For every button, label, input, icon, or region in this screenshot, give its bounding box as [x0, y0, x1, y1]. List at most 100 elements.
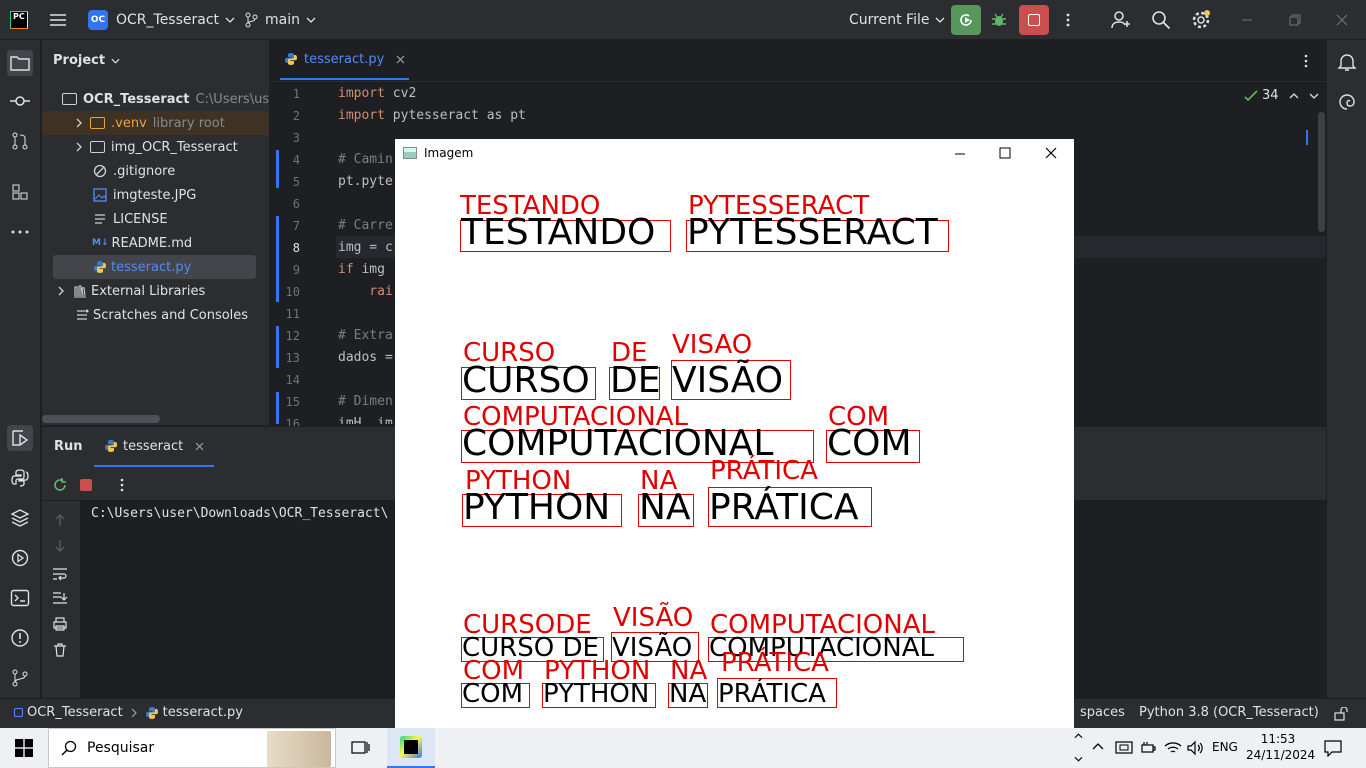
start-button[interactable]	[0, 728, 48, 768]
tree-item-img-folder[interactable]: img_OCR_Tesseract	[42, 135, 269, 159]
run-tool-button[interactable]	[7, 425, 33, 451]
title-bar: PC OC OCR_Tesseract main Current File	[0, 0, 1366, 40]
chevron-down-icon[interactable]	[1309, 93, 1319, 99]
breadcrumb-project[interactable]: OCR_Tesseract	[27, 705, 123, 720]
search-everywhere-button[interactable]	[1151, 0, 1171, 40]
tab-tesseract-py[interactable]: tesseract.py	[280, 40, 410, 80]
stop-icon[interactable]	[80, 479, 92, 491]
editor-vertical-scrollbar[interactable]	[1318, 112, 1325, 232]
inspection-widget[interactable]: 34	[1244, 88, 1319, 103]
trash-icon[interactable]	[53, 643, 67, 657]
more-tools-button[interactable]	[8, 220, 32, 244]
branch-switcher[interactable]: main	[244, 0, 316, 40]
chevron-right-icon	[58, 286, 64, 296]
code-line: rai	[338, 284, 393, 299]
breadcrumb-file[interactable]: tesseract.py	[163, 705, 243, 720]
code-line: img = c	[338, 240, 393, 255]
taskbar-pycharm[interactable]	[387, 728, 435, 768]
project-horizontal-scrollbar[interactable]	[42, 415, 160, 423]
wifi-icon[interactable]	[1164, 740, 1182, 756]
project-panel-header[interactable]: Project	[53, 53, 120, 68]
more-actions-button[interactable]	[1060, 0, 1076, 40]
tree-item-license[interactable]: LICENSE	[42, 207, 269, 231]
restore-button[interactable]	[1288, 0, 1302, 40]
rerun-button[interactable]	[951, 0, 981, 40]
run-tab-tesseract[interactable]: tesseract	[94, 427, 215, 467]
meet-now-icon[interactable]	[1115, 739, 1133, 757]
line-number: 13	[285, 351, 300, 365]
tree-item-root[interactable]: OCR_Tesseract C:\Users\us	[42, 87, 269, 111]
tree-item-tesseract-py[interactable]: tesseract.py	[53, 255, 256, 279]
soft-wrap-icon[interactable]	[52, 567, 68, 581]
line-number: 15	[285, 395, 300, 409]
services-button[interactable]	[8, 546, 32, 570]
battery-plug-icon[interactable]	[1140, 740, 1156, 756]
image-window-titlebar[interactable]: Imagem	[395, 139, 1074, 167]
commit-tool-button[interactable]	[8, 89, 32, 113]
project-tool-button[interactable]	[7, 50, 33, 76]
tree-item-venv[interactable]: .venv library root	[42, 111, 269, 135]
ocr-word-box: PYTHON	[462, 490, 622, 527]
ai-assistant-button[interactable]	[1337, 92, 1357, 116]
notification-center-icon[interactable]	[1324, 739, 1342, 757]
close-button[interactable]	[1335, 0, 1349, 40]
tree-item-label: OCR_Tesseract	[83, 91, 190, 107]
ocr-word-box: NA	[638, 490, 694, 527]
indent-setting[interactable]: spaces	[1080, 705, 1125, 720]
search-placeholder: Pesquisar	[87, 740, 155, 756]
stop-button[interactable]	[1019, 0, 1049, 40]
vcs-change-marker[interactable]	[276, 150, 279, 188]
taskbar-search-box[interactable]: Pesquisar	[48, 728, 336, 768]
project-switcher[interactable]: OC OCR_Tesseract	[88, 0, 235, 40]
vcs-change-marker[interactable]	[276, 326, 279, 368]
ocr-label: VISÃO	[613, 603, 694, 633]
pycharm-logo[interactable]: PC	[10, 0, 28, 40]
run-config-selector[interactable]: Current File	[849, 0, 945, 40]
opencv-image-window[interactable]: Imagem TESTANDO TESTANDO PYTESSERACT PYT…	[395, 139, 1074, 728]
version-control-button[interactable]	[8, 666, 32, 690]
input-language[interactable]: ENG	[1212, 740, 1238, 754]
maximize-icon[interactable]	[998, 146, 1012, 160]
code-with-me-button[interactable]	[1110, 0, 1132, 40]
task-view-button[interactable]	[350, 738, 370, 762]
print-icon[interactable]	[52, 617, 68, 631]
structure-tool-button[interactable]	[8, 180, 32, 204]
volume-icon[interactable]	[1186, 740, 1204, 756]
vcs-change-marker[interactable]	[276, 216, 279, 302]
pull-requests-tool-button[interactable]	[8, 129, 32, 153]
tree-item-external-libraries[interactable]: External Libraries	[42, 279, 269, 303]
python-console-button[interactable]	[8, 466, 32, 490]
tree-item-scratches[interactable]: Scratches and Consoles	[42, 303, 269, 327]
notifications-button[interactable]	[1337, 52, 1357, 76]
arrow-up-icon[interactable]	[54, 513, 66, 527]
show-hidden-icons-icon[interactable]	[1092, 742, 1104, 750]
settings-button[interactable]	[1190, 0, 1212, 40]
scroll-to-end-icon[interactable]	[52, 591, 68, 605]
minimize-icon[interactable]	[953, 147, 967, 161]
tree-item-hint: library root	[152, 115, 225, 131]
folder-icon	[62, 93, 77, 105]
rerun-icon[interactable]	[52, 477, 68, 493]
tree-item-readme[interactable]: M↓ README.md	[42, 231, 269, 255]
terminal-button[interactable]	[8, 586, 32, 610]
tree-item-imgteste[interactable]: imgteste.JPG	[42, 183, 269, 207]
taskbar-scroll[interactable]	[1071, 728, 1085, 768]
unlock-icon[interactable]	[1334, 707, 1348, 721]
hamburger-menu-icon[interactable]	[48, 0, 68, 40]
arrow-down-icon[interactable]	[54, 539, 66, 553]
taskbar-clock[interactable]: 11:53 24/11/2024	[1246, 731, 1315, 763]
close-tab-icon[interactable]	[195, 442, 204, 451]
tree-item-gitignore[interactable]: .gitignore	[42, 159, 269, 183]
close-tab-icon[interactable]	[396, 55, 405, 64]
chevron-up-icon[interactable]	[1289, 92, 1299, 99]
scroll-marker[interactable]	[1306, 130, 1308, 145]
close-icon[interactable]	[1044, 146, 1058, 160]
debug-button[interactable]	[989, 0, 1009, 40]
minimize-button[interactable]	[1240, 0, 1254, 40]
interpreter-setting[interactable]: Python 3.8 (OCR_Tesseract)	[1139, 705, 1319, 720]
vcs-change-marker[interactable]	[276, 392, 279, 424]
python-packages-button[interactable]	[8, 506, 32, 530]
problems-button[interactable]	[8, 626, 32, 650]
more-icon[interactable]	[114, 477, 130, 493]
editor-options-button[interactable]	[1298, 53, 1314, 73]
